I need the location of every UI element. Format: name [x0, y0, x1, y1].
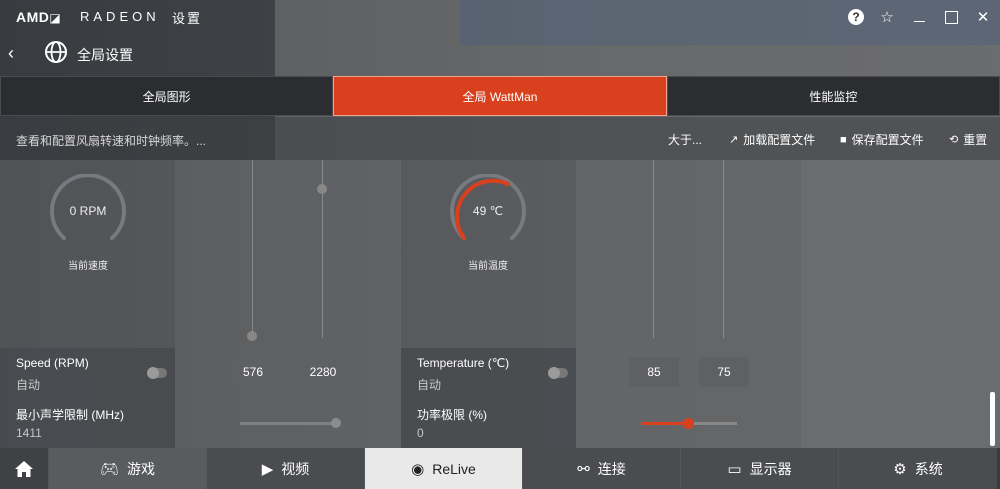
save-profile-button[interactable]: ■ 保存配置文件 [840, 131, 924, 148]
nav-connect-label: 连接 [597, 460, 626, 477]
tab-bar: 全局图形 全局 WattMan 性能监控 [0, 76, 1000, 116]
bottom-nav: 🎮︎ 游戏 ▶ 视频 ◉ ReLive ⚯ 连接 ▭ 显示器 ⚙ 系统 [0, 448, 1000, 489]
nav-display[interactable]: ▭ 显示器 [681, 448, 839, 489]
close-icon[interactable]: ✕ [972, 6, 994, 28]
temperature-gauge: 49 ℃ [448, 173, 528, 254]
acoustic-limit-slider-knob[interactable] [331, 418, 341, 428]
temperature-mode: 自动 [417, 378, 442, 392]
temperature-curve-panel [576, 160, 801, 448]
nav-video-label: 视频 [281, 460, 310, 477]
fan-curve-point-max[interactable] [317, 184, 327, 194]
temperature-caption: 当前温度 [468, 261, 508, 272]
acoustic-limit-label: 最小声学限制 (MHz) [16, 408, 124, 422]
fan-speed-caption: 当前速度 [68, 261, 108, 272]
minimize-icon[interactable] [908, 6, 930, 28]
temp-max-input[interactable]: 85 [629, 357, 679, 387]
power-limit-slider-fill [641, 422, 689, 425]
fan-speed-label: Speed (RPM) [16, 356, 89, 370]
fan-curve-line-1 [252, 160, 253, 338]
star-icon[interactable]: ☆ [876, 6, 898, 28]
page-description: 查看和配置风扇转速和时钟频率。... [16, 134, 207, 148]
power-limit-value: 0 [417, 426, 424, 440]
acoustic-limit-row: 最小声学限制 (MHz) 1411 [0, 398, 175, 448]
nav-connect[interactable]: ⚯ 连接 [523, 448, 681, 489]
load-profile-button[interactable]: ↗ 加载配置文件 [729, 131, 815, 148]
temperature-label: Temperature (℃) [417, 356, 510, 370]
about-button[interactable]: 大于... [668, 131, 702, 148]
reset-icon: ⟲ [949, 134, 959, 146]
temp-target-input[interactable]: 75 [699, 357, 749, 387]
temperature-auto-toggle[interactable] [548, 367, 568, 379]
tab-global-graphics[interactable]: 全局图形 [0, 76, 334, 116]
page-title: 全局设置 [77, 47, 133, 63]
acoustic-limit-slider[interactable] [240, 422, 340, 425]
about-label: 大于... [668, 133, 703, 147]
radeon-brand: RADEON [80, 9, 160, 24]
home-button[interactable] [0, 448, 49, 489]
help-icon[interactable]: ? [845, 6, 867, 28]
play-icon: ▶ [261, 460, 274, 478]
title-bar: AMD◪ RADEON 设置 ? ☆ ✕ [0, 0, 1000, 34]
nav-system[interactable]: ⚙ 系统 [839, 448, 997, 489]
fan-speed-gauge: 0 RPM [48, 173, 128, 254]
system-tools-icon: ⚙ [893, 460, 907, 478]
nav-gaming-label: 游戏 [127, 460, 156, 477]
globe-icon [44, 40, 68, 64]
fan-speed-value: 0 RPM [69, 204, 107, 218]
right-empty-panel [801, 160, 1000, 448]
nav-gaming[interactable]: 🎮︎ 游戏 [49, 448, 207, 489]
fan-min-input[interactable]: 576 [228, 357, 278, 387]
nav-relive[interactable]: ◉ ReLive [365, 448, 523, 489]
temperature-row: Temperature (℃) 自动 [401, 348, 576, 398]
tab-global-wattman[interactable]: 全局 WattMan [333, 76, 667, 116]
home-icon [15, 460, 33, 477]
nav-video[interactable]: ▶ 视频 [207, 448, 365, 489]
power-limit-label: 功率极限 (%) [417, 408, 487, 422]
fan-auto-toggle[interactable] [147, 367, 167, 379]
fan-max-input[interactable]: 2280 [298, 357, 348, 387]
save-profile-label: 保存配置文件 [851, 133, 924, 147]
temp-curve-line-2 [723, 160, 724, 338]
settings-brand-label: 设置 [172, 11, 203, 26]
maximize-icon[interactable] [940, 6, 962, 28]
monitor-icon: ▭ [727, 460, 742, 478]
save-disk-icon: ■ [840, 133, 847, 146]
fan-curve-point-min[interactable] [247, 331, 257, 341]
nav-display-label: 显示器 [749, 460, 792, 477]
nav-relive-label: ReLive [432, 460, 476, 477]
reset-button[interactable]: ⟲ 重置 [949, 131, 987, 148]
amd-logo: AMD◪ [16, 9, 62, 25]
vertical-scrollbar[interactable] [990, 392, 995, 446]
load-profile-label: 加载配置文件 [743, 133, 816, 147]
fan-speed-row: Speed (RPM) 自动 [0, 348, 175, 398]
tab-performance-monitor[interactable]: 性能监控 [666, 76, 1000, 116]
temperature-value: 49 ℃ [472, 204, 504, 218]
temp-curve-line-1 [653, 160, 654, 338]
fan-speed-mode: 自动 [16, 378, 41, 392]
power-limit-row: 功率极限 (%) 0 [401, 398, 576, 448]
back-icon[interactable]: ‹ [8, 43, 28, 64]
nav-system-label: 系统 [914, 460, 943, 477]
relive-icon: ◉ [411, 460, 425, 478]
reset-label: 重置 [963, 133, 988, 147]
load-arrow-icon: ↗ [729, 134, 739, 146]
fan-curve-panel [175, 160, 400, 448]
connect-icon: ⚯ [577, 460, 590, 478]
power-limit-slider-knob[interactable] [683, 418, 694, 429]
gamepad-icon: 🎮︎ [99, 460, 120, 478]
acoustic-limit-value: 1411 [16, 426, 42, 440]
nav-row: ‹ 全局设置 [0, 35, 1000, 73]
action-bar: 查看和配置风扇转速和时钟频率。... 大于... ↗ 加载配置文件 ■ 保存配置… [0, 117, 1000, 160]
